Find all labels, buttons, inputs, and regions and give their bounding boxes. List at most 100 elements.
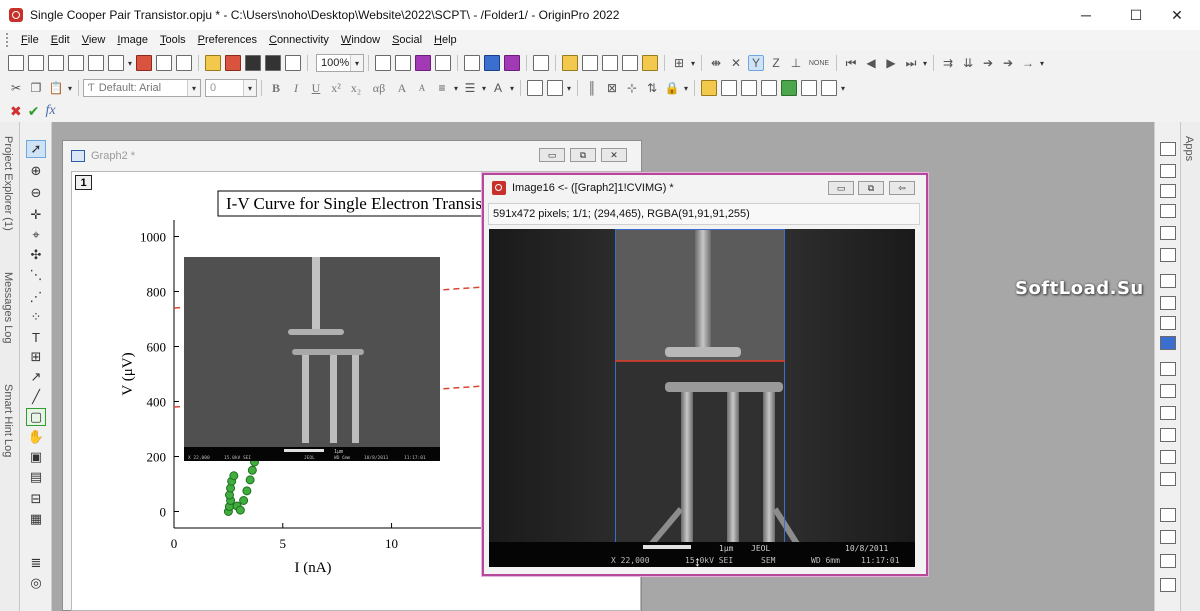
merge-layer-icon[interactable] bbox=[1160, 508, 1176, 522]
set-none-button[interactable]: NONE bbox=[808, 60, 830, 67]
toolbar1c-overflow-icon[interactable]: ▾ bbox=[1038, 59, 1046, 68]
import-wizard-icon[interactable] bbox=[582, 55, 598, 71]
x-axis-label[interactable]: I (nA) bbox=[294, 560, 331, 576]
pointer-tool-icon[interactable]: ➚ bbox=[26, 140, 46, 158]
arrow-tool-icon[interactable]: ↗ bbox=[26, 368, 46, 386]
data-connector-icon[interactable] bbox=[602, 55, 618, 71]
add-data-icon[interactable] bbox=[781, 80, 797, 96]
zoom-in-tool-icon[interactable]: ⊕ bbox=[26, 162, 46, 180]
duplicate-icon[interactable] bbox=[415, 55, 431, 71]
menu-preferences[interactable]: Preferences bbox=[193, 34, 262, 46]
font-size-dropdown-icon[interactable]: ▾ bbox=[243, 80, 256, 96]
rescale-icon[interactable] bbox=[1160, 164, 1176, 178]
toolbar2-overflow-icon[interactable]: ▾ bbox=[839, 84, 847, 93]
import-icon[interactable] bbox=[562, 55, 578, 71]
code-builder-icon[interactable] bbox=[464, 55, 480, 71]
disregard-icon[interactable]: ✕ bbox=[728, 56, 744, 70]
image-canvas[interactable]: 1μm JEOL 10/8/2011 X 22,000 15.0kV SEI S… bbox=[489, 229, 915, 567]
move-down-icon[interactable]: ⇊ bbox=[960, 56, 976, 70]
image-tool-icon[interactable] bbox=[801, 80, 817, 96]
previous-icon[interactable]: ◀ bbox=[863, 56, 879, 70]
close-button[interactable]: ✕ bbox=[1154, 0, 1200, 30]
font-combo[interactable]: Ƭ Default: Arial ▾ bbox=[83, 79, 201, 97]
print-icon[interactable] bbox=[375, 55, 391, 71]
merge-icon[interactable] bbox=[741, 80, 757, 96]
lock-icon[interactable]: 🔒 bbox=[664, 81, 680, 95]
data-point-s0-11[interactable] bbox=[245, 475, 255, 485]
decrease-font-icon[interactable]: A bbox=[414, 83, 430, 93]
menu-image[interactable]: Image bbox=[112, 34, 153, 46]
first-icon[interactable]: ⏮ bbox=[843, 56, 859, 71]
save-project-icon[interactable] bbox=[245, 55, 261, 71]
results-log-icon[interactable] bbox=[484, 55, 500, 71]
graph-minimize-button[interactable]: ▭ bbox=[539, 148, 565, 162]
group-icon[interactable] bbox=[1160, 554, 1176, 568]
new-workbook-icon[interactable] bbox=[48, 55, 64, 71]
superscript-button[interactable]: x² bbox=[328, 81, 344, 96]
new-function-icon[interactable] bbox=[108, 55, 124, 71]
paste-dropdown-icon[interactable]: ▾ bbox=[66, 84, 74, 93]
row-stats-icon[interactable]: ⊠ bbox=[604, 81, 620, 95]
y-axis-label[interactable]: V (μV) bbox=[120, 352, 136, 395]
next-icon[interactable]: ▶ bbox=[883, 56, 899, 70]
set-as-z-button[interactable]: Z bbox=[768, 56, 784, 70]
layer-stack-icon[interactable] bbox=[1160, 316, 1176, 330]
menu-edit[interactable]: Edit bbox=[46, 34, 75, 46]
fill-color-icon[interactable] bbox=[527, 80, 543, 96]
legend-icon[interactable] bbox=[1160, 248, 1176, 262]
calculator-icon[interactable] bbox=[622, 55, 638, 71]
menu-help[interactable]: Help bbox=[429, 34, 462, 46]
apps-gear-icon[interactable] bbox=[642, 55, 658, 71]
extract-layer-icon[interactable] bbox=[1160, 530, 1176, 544]
minimize-button[interactable]: ─ bbox=[1063, 0, 1109, 30]
new-graph-icon[interactable] bbox=[176, 55, 192, 71]
apps-tab[interactable]: Apps bbox=[1183, 136, 1195, 161]
font-dropdown-icon[interactable]: ▾ bbox=[187, 80, 200, 96]
zoom-dropdown-icon[interactable]: ▾ bbox=[350, 55, 363, 71]
font-color-dropdown-icon[interactable]: ▾ bbox=[508, 84, 516, 93]
new-matrix-icon[interactable] bbox=[68, 55, 84, 71]
inset-tool-icon[interactable]: ▣ bbox=[26, 448, 46, 466]
graph-restore-button[interactable]: ⧉ bbox=[570, 148, 596, 162]
align-bottom-layer-icon[interactable] bbox=[1160, 384, 1176, 398]
menubar-grip[interactable] bbox=[6, 33, 10, 47]
image-minimize-button[interactable]: ▭ bbox=[828, 181, 854, 195]
image-insert-tool-icon[interactable]: ▤ bbox=[26, 468, 46, 486]
formula-cancel-button[interactable]: ✖ bbox=[10, 103, 22, 120]
new-dropdown-icon[interactable]: ▾ bbox=[126, 59, 134, 68]
split-icon[interactable] bbox=[761, 80, 777, 96]
toolbar1-overflow-icon[interactable]: ▾ bbox=[689, 59, 697, 68]
sem-image[interactable]: 1μm JEOL 10/8/2011 X 22,000 15.0kV SEI S… bbox=[489, 229, 915, 567]
rotate-icon[interactable] bbox=[1160, 226, 1176, 240]
export-icon[interactable] bbox=[435, 55, 451, 71]
save-template-icon[interactable] bbox=[285, 55, 301, 71]
image-rollup-button[interactable]: ⇦ bbox=[889, 181, 915, 195]
new-worksheet-icon[interactable] bbox=[88, 55, 104, 71]
align-top-layer-icon[interactable] bbox=[1160, 406, 1176, 420]
arrow-right-icon[interactable]: ➔ bbox=[980, 56, 996, 70]
image-window-titlebar[interactable]: Image16 <- ([Graph2]1!CVIMG) * ▭ ⧉ ⇦ bbox=[484, 175, 926, 201]
grid-tool-icon[interactable]: ⊞ bbox=[26, 348, 46, 366]
column-stats-icon[interactable]: ║ bbox=[584, 81, 600, 95]
greek-button[interactable]: αβ bbox=[368, 81, 390, 96]
underline-button[interactable]: U bbox=[308, 81, 324, 96]
data-selector-tool-icon[interactable]: ⋱ bbox=[26, 266, 46, 284]
table-tool-icon[interactable] bbox=[721, 80, 737, 96]
add-column-icon[interactable]: ⊞ bbox=[671, 56, 687, 70]
last-icon[interactable]: ⏭ bbox=[903, 56, 919, 71]
graph-window-titlebar[interactable]: Graph2 * ▭ ⧉ ✕ bbox=[63, 141, 641, 170]
line-tool-icon[interactable]: ╱ bbox=[26, 388, 46, 406]
data-point-s0-12[interactable] bbox=[247, 465, 257, 475]
axis-2-icon[interactable] bbox=[1160, 204, 1176, 218]
data-point-s0-9[interactable] bbox=[239, 496, 249, 505]
data-point-s0-6[interactable] bbox=[229, 471, 239, 481]
ungroup-icon[interactable] bbox=[1160, 578, 1176, 592]
refresh-icon[interactable] bbox=[395, 55, 411, 71]
lock-dropdown-icon[interactable]: ▾ bbox=[682, 84, 690, 93]
layer-grid-icon[interactable] bbox=[1160, 296, 1176, 310]
worksheet-tool-icon[interactable] bbox=[701, 80, 717, 96]
border-dropdown-icon[interactable]: ▾ bbox=[565, 84, 573, 93]
italic-button[interactable]: I bbox=[288, 81, 304, 96]
open-template-icon[interactable] bbox=[225, 55, 241, 71]
menu-tools[interactable]: Tools bbox=[155, 34, 191, 46]
